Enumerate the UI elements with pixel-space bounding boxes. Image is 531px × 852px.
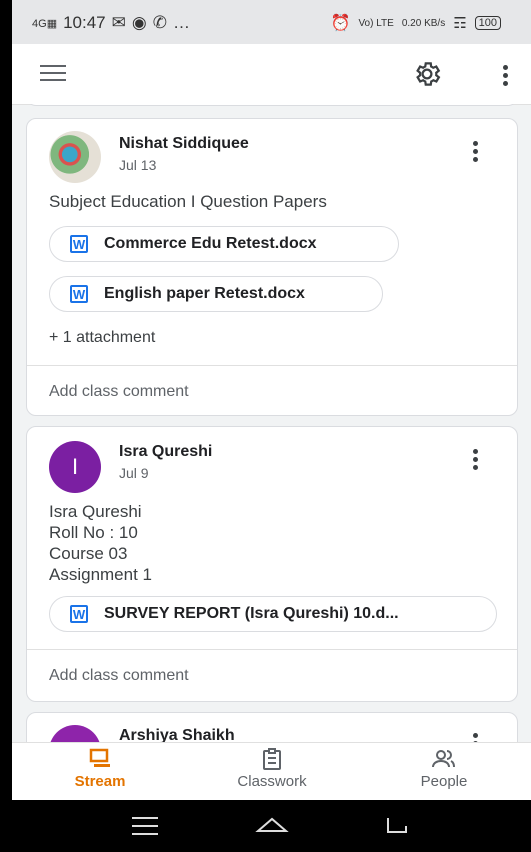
attachment-name: Commerce Edu Retest.docx [104, 235, 317, 252]
clock: 10:47 [63, 13, 106, 32]
classwork-icon [263, 748, 281, 770]
status-bar: 4G▦ 10:47 ✉ ◉ ✆ … ⏰ Vo) LTE 0.20 KB/s ☶ … [12, 0, 531, 44]
text-line: Roll No : 10 [49, 523, 138, 542]
tab-people[interactable]: People [384, 747, 504, 790]
home-icon[interactable] [255, 813, 289, 837]
post-date: Jul 9 [119, 465, 149, 481]
post-author: Isra Qureshi [119, 443, 213, 460]
stream-icon [89, 748, 110, 767]
text-line: Assignment 1 [49, 565, 152, 584]
more-notifications: … [172, 13, 190, 32]
status-right: ⏰ Vo) LTE 0.20 KB/s ☶ 100 [331, 13, 501, 33]
add-comment-button[interactable]: Add class comment [49, 667, 189, 685]
stream-feed[interactable]: Nishat Siddiquee Jul 13 Subject Educatio… [12, 104, 531, 744]
post-text: Subject Education I Question Papers [49, 192, 327, 211]
avatar: I [49, 441, 101, 493]
tab-label: People [420, 773, 468, 790]
previous-post-card [26, 104, 518, 106]
post-text: Isra Qureshi Roll No : 10 Course 03 Assi… [49, 501, 152, 585]
attachment-chip[interactable]: W SURVEY REPORT (Isra Qureshi) 10.d... [49, 596, 497, 632]
avatar [49, 131, 101, 183]
divider [27, 365, 517, 366]
signal-icon: 4G▦ [32, 17, 58, 30]
attachment-name: SURVEY REPORT (Isra Qureshi) 10.d... [104, 605, 399, 622]
post-date: Jul 13 [119, 157, 157, 173]
tab-classwork[interactable]: Classwork [212, 747, 332, 790]
divider [27, 649, 517, 650]
call-icon: ✆ [152, 13, 167, 32]
attachment-chip[interactable]: W English paper Retest.docx [49, 276, 383, 312]
status-left: 4G▦ 10:47 ✉ ◉ ✆ … [32, 13, 190, 33]
post-card[interactable]: Nishat Siddiquee Jul 13 Subject Educatio… [26, 118, 518, 416]
tab-stream[interactable]: Stream [40, 747, 160, 790]
menu-icon[interactable] [40, 65, 66, 81]
app-bar [12, 44, 531, 105]
lte-indicator: Vo) LTE [358, 17, 394, 29]
post-more-icon[interactable] [473, 141, 479, 165]
tab-label: Stream [74, 773, 126, 790]
tab-label: Classwork [237, 773, 307, 790]
attachment-chip[interactable]: W Commerce Edu Retest.docx [49, 226, 399, 262]
alarm-icon: ⏰ [330, 15, 351, 32]
word-doc-icon: W [70, 235, 88, 253]
more-attachments-link[interactable]: + 1 attachment [49, 327, 155, 348]
chat-icon: ◉ [131, 13, 147, 32]
add-comment-button[interactable]: Add class comment [49, 383, 189, 401]
avatar-initial: I [71, 454, 79, 479]
bottom-navigation: Stream Classwork People [12, 742, 531, 801]
post-author: Nishat Siddiquee [119, 135, 249, 152]
post-card[interactable]: A Arshiya Shaikh [26, 712, 518, 744]
text-line: Isra Qureshi [49, 502, 142, 521]
word-doc-icon: W [70, 285, 88, 303]
mail-icon: ✉ [111, 13, 126, 32]
people-icon [432, 750, 455, 768]
recents-icon[interactable] [132, 817, 158, 835]
text-line: Course 03 [49, 544, 128, 563]
more-options-icon[interactable] [503, 65, 509, 89]
back-icon[interactable] [382, 814, 412, 838]
post-card[interactable]: I Isra Qureshi Jul 9 Isra Qureshi Roll N… [26, 426, 518, 702]
phone-screen: 4G▦ 10:47 ✉ ◉ ✆ … ⏰ Vo) LTE 0.20 KB/s ☶ … [12, 0, 531, 852]
settings-icon[interactable] [412, 59, 442, 89]
post-more-icon[interactable] [473, 449, 479, 473]
word-doc-icon: W [70, 605, 88, 623]
attachment-name: English paper Retest.docx [104, 285, 305, 302]
battery-icon: 100 [474, 16, 501, 30]
wifi-icon: ☶ [453, 15, 467, 32]
speed-indicator: 0.20 KB/s [401, 17, 446, 29]
system-nav-bar [12, 800, 531, 852]
